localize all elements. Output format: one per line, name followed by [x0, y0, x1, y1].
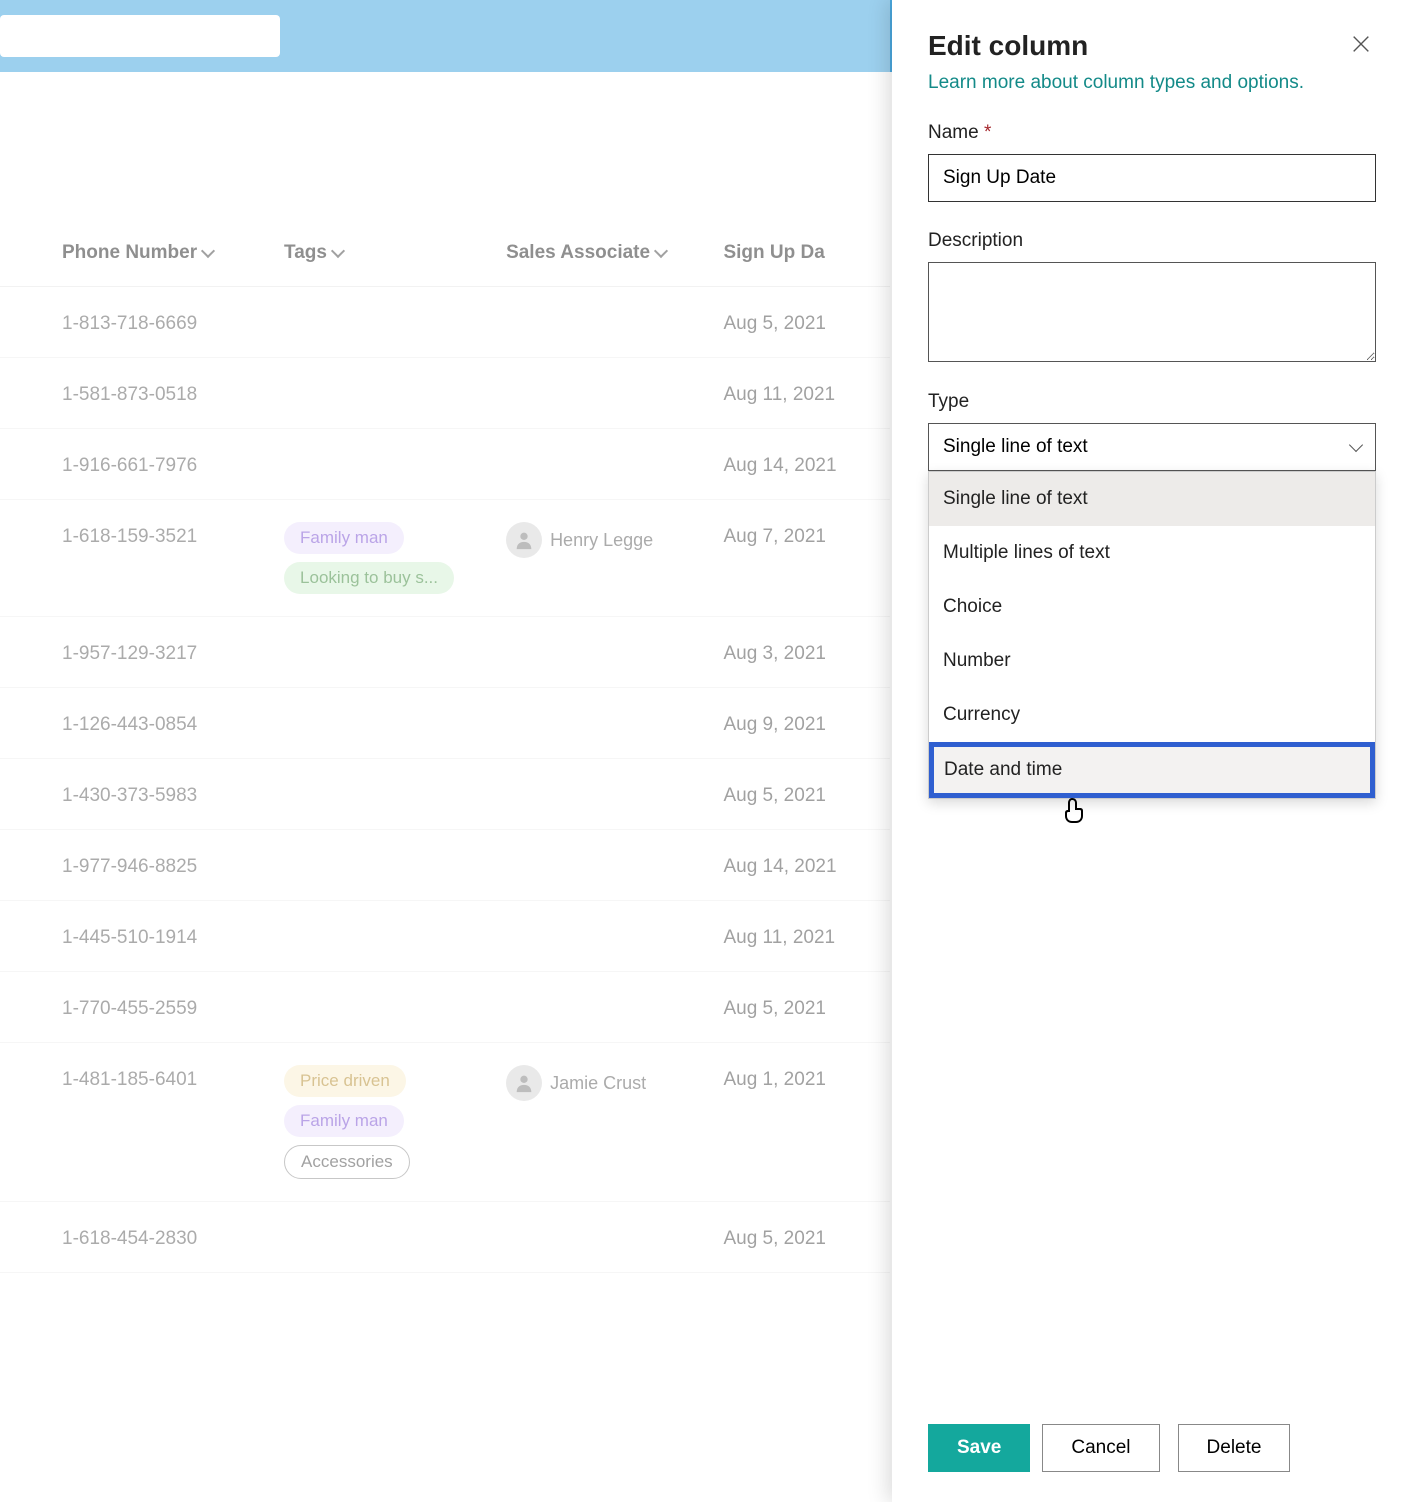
- table-row[interactable]: 1-957-129-3217 Aug 3, 2021: [0, 617, 890, 688]
- type-select-value: Single line of text: [943, 436, 1088, 458]
- sales-cell: Jamie Crust: [506, 1065, 723, 1101]
- sales-cell: Henry Legge: [506, 522, 723, 558]
- table-row[interactable]: 1-481-185-6401Price driven Family man Acce…: [0, 1043, 890, 1202]
- type-dropdown: Single line of textMultiple lines of tex…: [928, 471, 1376, 799]
- phone-cell: 1-957-129-3217: [62, 639, 284, 665]
- tag-badge[interactable]: Price driven: [284, 1065, 406, 1097]
- signup-cell: Aug 5, 2021: [723, 1224, 890, 1250]
- chevron-down-icon: [201, 244, 215, 258]
- tags-cell: Price driven Family man Accessories: [284, 1065, 506, 1179]
- column-header-sales[interactable]: Sales Associate: [506, 242, 723, 264]
- cancel-button[interactable]: Cancel: [1042, 1424, 1159, 1472]
- description-input[interactable]: [928, 262, 1376, 362]
- tag-badge[interactable]: Looking to buy s...: [284, 562, 454, 594]
- table-body: 1-813-718-6669 Aug 5, 2021 1-581-873-0518 A…: [0, 287, 890, 1273]
- table-row[interactable]: 1-977-946-8825 Aug 14, 2021: [0, 830, 890, 901]
- signup-cell: Aug 5, 2021: [723, 781, 890, 807]
- person-name: Jamie Crust: [550, 1073, 646, 1094]
- type-select[interactable]: Single line of text: [928, 423, 1376, 471]
- type-option[interactable]: Number: [929, 634, 1375, 688]
- signup-cell: Aug 3, 2021: [723, 639, 890, 665]
- phone-cell: 1-126-443-0854: [62, 710, 284, 736]
- table-row[interactable]: 1-813-718-6669 Aug 5, 2021: [0, 287, 890, 358]
- delete-button[interactable]: Delete: [1178, 1424, 1291, 1472]
- signup-cell: Aug 9, 2021: [723, 710, 890, 736]
- phone-cell: 1-430-373-5983: [62, 781, 284, 807]
- data-table-area: Phone Number Tags Sales Associate Sign U…: [0, 72, 890, 1273]
- panel-title: Edit column: [928, 30, 1088, 62]
- table-header-row: Phone Number Tags Sales Associate Sign U…: [0, 242, 890, 287]
- table-row[interactable]: 1-430-373-5983 Aug 5, 2021: [0, 759, 890, 830]
- table-row[interactable]: 1-770-455-2559 Aug 5, 2021: [0, 972, 890, 1043]
- close-button[interactable]: [1346, 31, 1376, 61]
- table-row[interactable]: 1-126-443-0854 Aug 9, 2021: [0, 688, 890, 759]
- avatar: [506, 522, 542, 558]
- phone-cell: 1-581-873-0518: [62, 380, 284, 406]
- phone-cell: 1-916-661-7976: [62, 451, 284, 477]
- column-header-label: Sign Up Da: [723, 242, 824, 264]
- phone-cell: 1-813-718-6669: [62, 309, 284, 335]
- chevron-down-icon: [654, 244, 668, 258]
- table-row[interactable]: 1-916-661-7976 Aug 14, 2021: [0, 429, 890, 500]
- column-header-tags[interactable]: Tags: [284, 242, 506, 264]
- name-label-text: Name: [928, 122, 979, 143]
- type-label: Type: [928, 391, 1376, 413]
- signup-cell: Aug 11, 2021: [723, 380, 890, 406]
- close-icon: [1350, 33, 1372, 55]
- table-row[interactable]: 1-445-510-1914 Aug 11, 2021: [0, 901, 890, 972]
- type-option[interactable]: Choice: [929, 580, 1375, 634]
- type-field-group: Type Single line of text Single line of …: [928, 391, 1376, 799]
- tags-cell: Family man Looking to buy s...: [284, 522, 506, 594]
- person-name: Henry Legge: [550, 530, 653, 551]
- panel-header: Edit column: [928, 30, 1376, 62]
- name-label: Name *: [928, 122, 1376, 144]
- signup-cell: Aug 5, 2021: [723, 994, 890, 1020]
- column-header-signup[interactable]: Sign Up Da: [723, 242, 890, 264]
- phone-cell: 1-618-454-2830: [62, 1224, 284, 1250]
- type-option[interactable]: Single line of text: [929, 472, 1375, 526]
- tag-badge[interactable]: Family man: [284, 1105, 404, 1137]
- signup-cell: Aug 7, 2021: [723, 522, 890, 548]
- required-indicator: *: [984, 122, 991, 143]
- type-option[interactable]: Date and time: [929, 742, 1375, 798]
- panel-footer: Save Cancel Delete: [928, 1424, 1376, 1472]
- learn-more-link[interactable]: Learn more about column types and option…: [928, 72, 1376, 94]
- search-input[interactable]: [0, 15, 280, 57]
- phone-cell: 1-445-510-1914: [62, 923, 284, 949]
- phone-cell: 1-618-159-3521: [62, 522, 284, 548]
- name-input[interactable]: [928, 154, 1376, 202]
- table-row[interactable]: 1-618-454-2830 Aug 5, 2021: [0, 1202, 890, 1273]
- save-button[interactable]: Save: [928, 1424, 1030, 1472]
- edit-column-panel: Edit column Learn more about column type…: [892, 0, 1412, 1502]
- phone-cell: 1-977-946-8825: [62, 852, 284, 878]
- phone-cell: 1-481-185-6401: [62, 1065, 284, 1091]
- chevron-down-icon: [331, 244, 345, 258]
- chevron-down-icon: [1349, 438, 1363, 452]
- column-header-label: Sales Associate: [506, 242, 650, 264]
- phone-cell: 1-770-455-2559: [62, 994, 284, 1020]
- description-label: Description: [928, 230, 1376, 252]
- tag-badge[interactable]: Family man: [284, 522, 404, 554]
- name-field-group: Name *: [928, 122, 1376, 202]
- tag-badge[interactable]: Accessories: [284, 1145, 410, 1179]
- type-option[interactable]: Currency: [929, 688, 1375, 742]
- column-header-label: Phone Number: [62, 242, 197, 264]
- signup-cell: Aug 5, 2021: [723, 309, 890, 335]
- signup-cell: Aug 11, 2021: [723, 923, 890, 949]
- signup-cell: Aug 14, 2021: [723, 852, 890, 878]
- description-field-group: Description: [928, 230, 1376, 367]
- signup-cell: Aug 1, 2021: [723, 1065, 890, 1091]
- type-option[interactable]: Multiple lines of text: [929, 526, 1375, 580]
- column-header-label: Tags: [284, 242, 327, 264]
- signup-cell: Aug 14, 2021: [723, 451, 890, 477]
- column-header-phone[interactable]: Phone Number: [62, 242, 284, 264]
- table-row[interactable]: 1-618-159-3521Family man Looking to buy s…: [0, 500, 890, 617]
- table-row[interactable]: 1-581-873-0518 Aug 11, 2021: [0, 358, 890, 429]
- avatar: [506, 1065, 542, 1101]
